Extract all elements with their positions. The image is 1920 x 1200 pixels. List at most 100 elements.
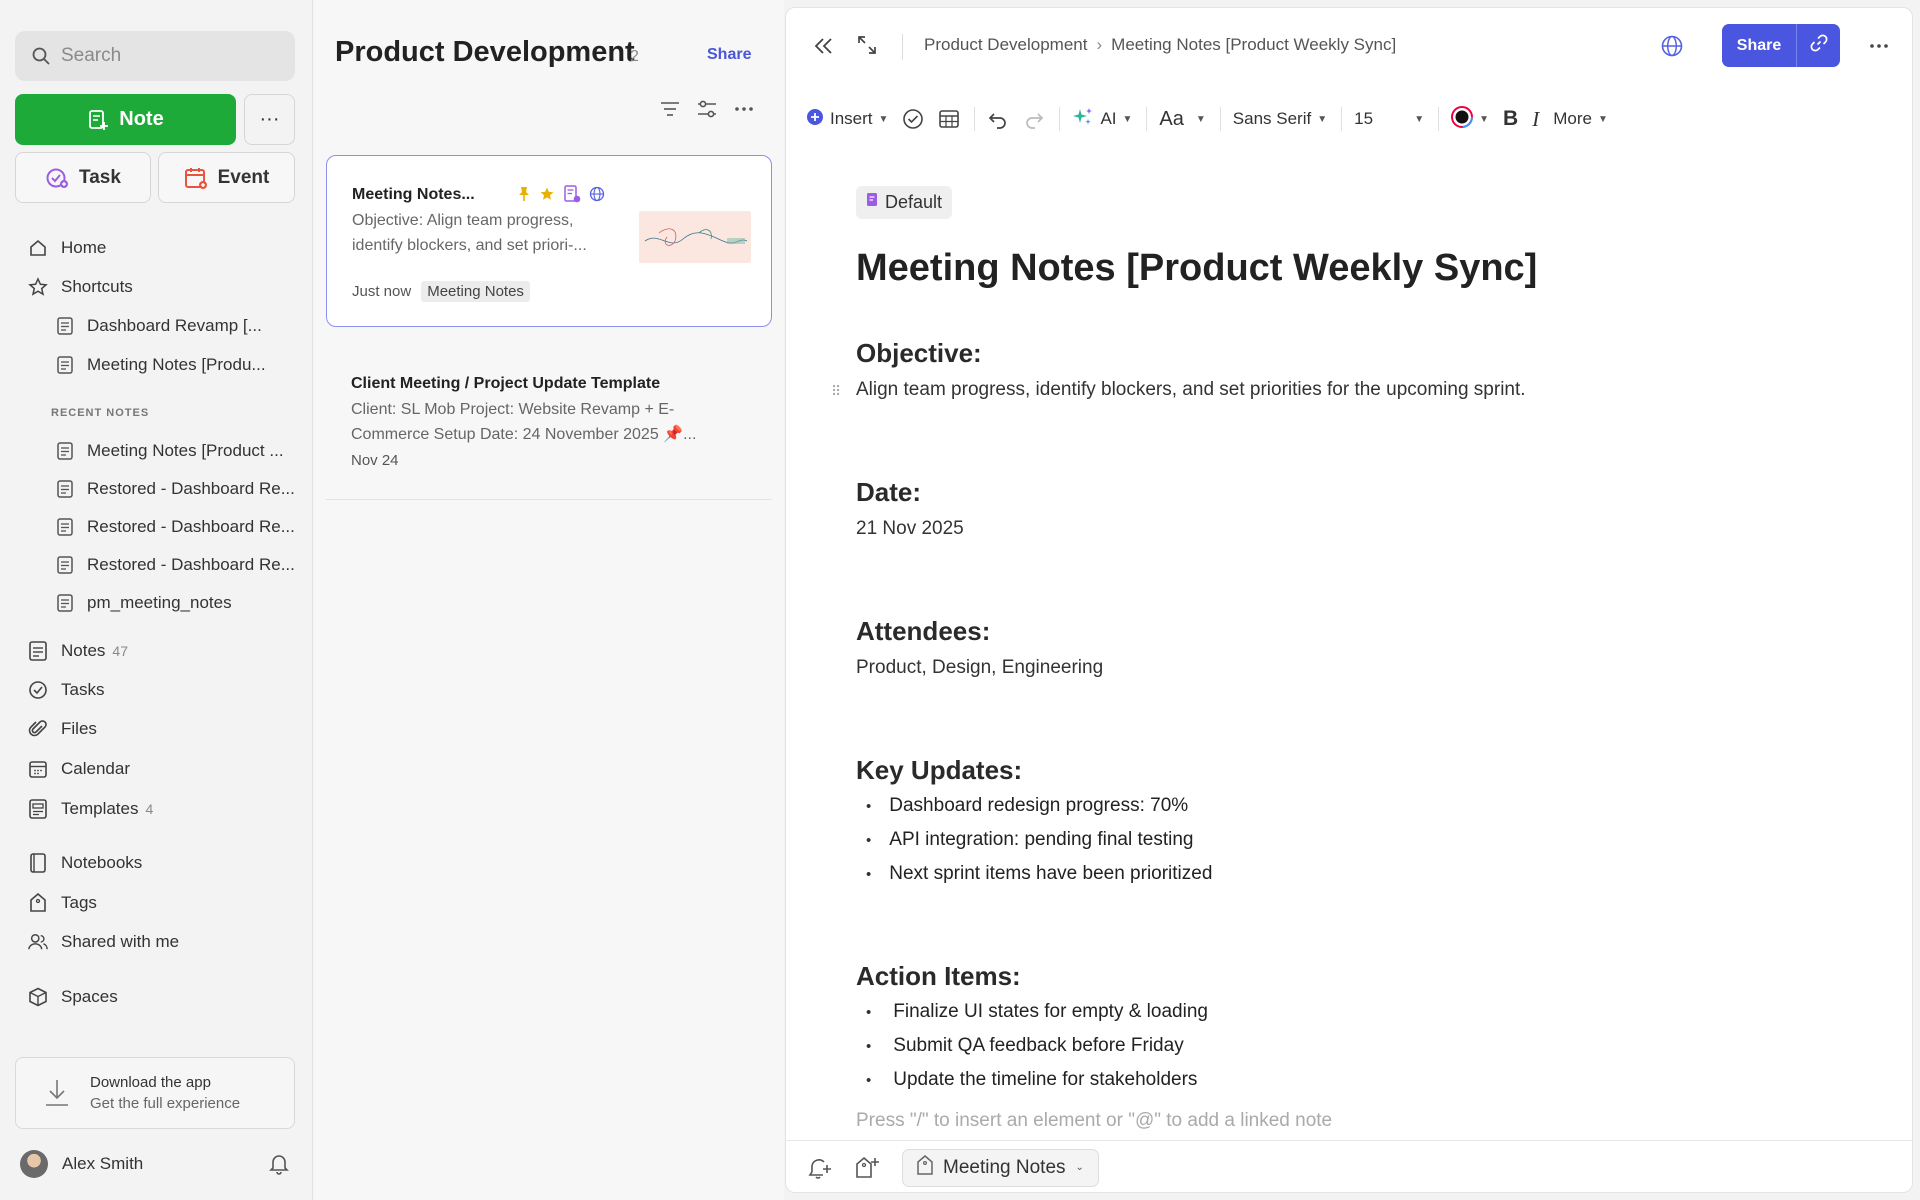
- date-text[interactable]: 21 Nov 2025: [856, 518, 964, 540]
- undo-icon[interactable]: [987, 108, 1009, 130]
- sidebar-item-notes[interactable]: Notes 47: [28, 636, 128, 666]
- template-chip[interactable]: Default: [856, 186, 953, 219]
- objective-text[interactable]: Align team progress, identify blockers, …: [856, 379, 1526, 401]
- collapse-panel-icon[interactable]: [812, 34, 836, 58]
- notebook-share-button[interactable]: Share: [707, 46, 751, 64]
- sidebar-item-label: Tags: [61, 893, 97, 912]
- note-card-meta: Nov 24: [351, 452, 399, 469]
- sidebar-item-home[interactable]: Home: [28, 233, 106, 263]
- new-task-label: Task: [79, 166, 121, 188]
- list-item[interactable]: Finalize UI states for empty & loading: [856, 995, 1208, 1029]
- recent-note-item[interactable]: pm_meeting_notes: [57, 588, 300, 618]
- note-title[interactable]: Meeting Notes [Product Weekly Sync]: [856, 247, 1856, 290]
- note-doc-icon: [57, 556, 75, 574]
- key-updates-heading[interactable]: Key Updates:: [856, 755, 1022, 786]
- sidebar-item-label: Notes: [61, 641, 106, 660]
- sidebar-item-templates[interactable]: Templates 4: [28, 794, 153, 824]
- breadcrumb: Product Development › Meeting Notes [Pro…: [924, 35, 1396, 55]
- redo-icon[interactable]: [1023, 108, 1045, 130]
- search-input[interactable]: Search: [15, 31, 295, 81]
- editor-placeholder-hint[interactable]: Press "/" to insert an element or "@" to…: [856, 1110, 1332, 1132]
- insert-menu[interactable]: Insert ▼: [806, 108, 888, 131]
- sidebar-item-files[interactable]: Files: [28, 714, 97, 744]
- key-updates-list: Dashboard redesign progress: 70% API int…: [856, 789, 1212, 891]
- attendees-heading[interactable]: Attendees:: [856, 616, 990, 647]
- more-create-button[interactable]: ···: [244, 94, 295, 145]
- home-icon: [28, 238, 48, 258]
- action-items-heading[interactable]: Action Items:: [856, 961, 1021, 992]
- publish-globe-icon[interactable]: [1660, 34, 1684, 58]
- sidebar-item-notebooks[interactable]: Notebooks: [28, 848, 142, 878]
- font-size-select[interactable]: 15 ▼: [1354, 109, 1424, 129]
- sidebar-item-shared-with-me[interactable]: Shared with me: [28, 927, 179, 957]
- more-options-icon[interactable]: [1867, 36, 1891, 56]
- search-icon: [31, 46, 51, 66]
- sidebar-item-calendar[interactable]: Calendar: [28, 754, 130, 784]
- share-button[interactable]: Share: [1722, 24, 1796, 67]
- recent-note-label: Restored - Dashboard Re...: [87, 555, 295, 574]
- list-item[interactable]: API integration: pending final testing: [856, 823, 1212, 857]
- list-item[interactable]: Submit QA feedback before Friday: [856, 1029, 1208, 1063]
- note-thumbnail: [639, 211, 751, 263]
- recent-note-item[interactable]: Meeting Notes [Product ...: [57, 436, 300, 466]
- recent-note-label: Restored - Dashboard Re...: [87, 479, 295, 498]
- shortcut-item[interactable]: Meeting Notes [Produ...: [57, 350, 300, 380]
- globe-icon: [589, 186, 605, 207]
- new-event-button[interactable]: Event: [158, 152, 295, 203]
- notes-count: 47: [112, 643, 128, 659]
- add-tag-icon[interactable]: [854, 1155, 880, 1181]
- sidebar-item-label: Notebooks: [61, 853, 143, 872]
- table-calendar-icon[interactable]: [938, 108, 960, 130]
- bell-icon[interactable]: [268, 1153, 290, 1175]
- ai-sparkle-icon: [1072, 106, 1094, 133]
- chevron-right-icon: ›: [1096, 35, 1103, 54]
- more-format-menu[interactable]: More ▼: [1553, 109, 1608, 129]
- recent-note-item[interactable]: Restored - Dashboard Re...: [57, 512, 300, 542]
- sidebar-item-spaces[interactable]: Spaces: [28, 982, 118, 1012]
- expand-icon[interactable]: [856, 34, 878, 56]
- drag-handle-icon[interactable]: ⠿: [831, 383, 841, 400]
- shortcut-item[interactable]: Dashboard Revamp [...: [57, 311, 300, 341]
- bold-button[interactable]: B: [1503, 107, 1518, 131]
- checklist-icon[interactable]: [902, 108, 924, 130]
- notebook-selector[interactable]: Meeting Notes ⌄: [902, 1148, 1099, 1187]
- objective-heading[interactable]: Objective:: [856, 338, 982, 369]
- filter-icon[interactable]: [695, 97, 719, 121]
- breadcrumb-note[interactable]: Meeting Notes [Product Weekly Sync]: [1111, 35, 1396, 55]
- text-style-menu[interactable]: Aa ▼: [1159, 108, 1205, 131]
- note-card[interactable]: Meeting Notes... Objective: Align team p…: [326, 155, 772, 327]
- format-toolbar: Insert ▼ AI ▼ Aa ▼ Sans Serif ▼ 15 ▼ ▼ B…: [786, 96, 1912, 142]
- insert-label: Insert: [830, 109, 873, 128]
- list-item[interactable]: Dashboard redesign progress: 70%: [856, 789, 1212, 823]
- copy-link-button[interactable]: [1796, 24, 1840, 67]
- note-content[interactable]: Default Meeting Notes [Product Weekly Sy…: [831, 186, 1856, 1090]
- recent-note-item[interactable]: Restored - Dashboard Re...: [57, 550, 300, 580]
- new-task-button[interactable]: Task: [15, 152, 151, 203]
- more-options-icon[interactable]: [732, 97, 756, 121]
- task-check-icon: [28, 680, 48, 700]
- list-item[interactable]: Update the timeline for stakeholders: [856, 1063, 1208, 1097]
- notes-icon: [28, 641, 48, 661]
- note-card[interactable]: Client Meeting / Project Update Template…: [326, 345, 772, 500]
- sort-icon[interactable]: [658, 97, 682, 121]
- notebook-icon: [28, 853, 48, 873]
- text-color-picker[interactable]: ▼: [1451, 105, 1489, 133]
- list-item[interactable]: Next sprint items have been prioritized: [856, 857, 1212, 891]
- sidebar-item-label: Tasks: [61, 680, 105, 699]
- sidebar-item-shortcuts[interactable]: Shortcuts: [28, 272, 133, 302]
- reminder-bell-icon[interactable]: [806, 1155, 832, 1181]
- download-app-banner[interactable]: Download the app Get the full experience: [15, 1057, 295, 1129]
- sidebar-item-tags[interactable]: Tags: [28, 888, 97, 918]
- sidebar-item-tasks[interactable]: Tasks: [28, 675, 104, 705]
- sidebar-item-label: Shared with me: [61, 932, 180, 951]
- user-name: Alex Smith: [62, 1154, 144, 1173]
- breadcrumb-notebook[interactable]: Product Development: [924, 35, 1087, 55]
- recent-note-item[interactable]: Restored - Dashboard Re...: [57, 474, 300, 504]
- user-profile[interactable]: Alex Smith: [20, 1147, 290, 1181]
- attendees-text[interactable]: Product, Design, Engineering: [856, 657, 1103, 679]
- ai-menu[interactable]: AI ▼: [1072, 106, 1132, 133]
- italic-button[interactable]: I: [1532, 107, 1539, 132]
- font-family-select[interactable]: Sans Serif ▼: [1233, 109, 1327, 129]
- date-heading[interactable]: Date:: [856, 477, 921, 508]
- new-note-button[interactable]: Note: [15, 94, 236, 145]
